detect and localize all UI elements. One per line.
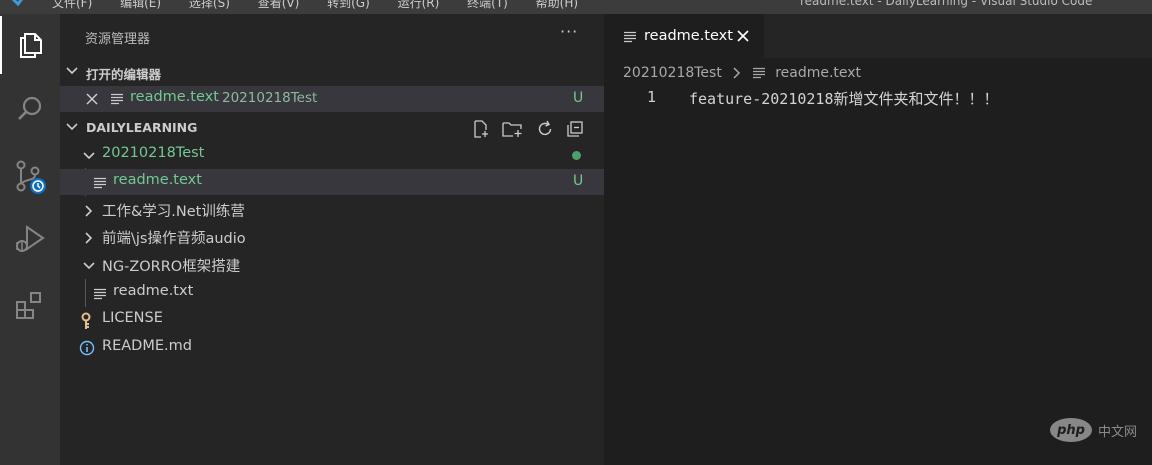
tree-label: README.md: [102, 338, 192, 354]
untracked-badge: U: [573, 90, 584, 106]
tab-label: readme.text: [644, 28, 733, 44]
tree-label: readme.text: [113, 172, 202, 188]
close-icon[interactable]: [86, 93, 98, 105]
open-editors-header[interactable]: 打开的编辑器: [60, 60, 604, 84]
menu-edit[interactable]: 编辑(E): [120, 0, 161, 10]
explorer-title: 资源管理器: [85, 32, 151, 47]
close-icon[interactable]: [737, 30, 749, 42]
tree-label: readme.txt: [113, 283, 194, 299]
search-icon: [18, 96, 42, 120]
license-key-icon: [81, 312, 91, 329]
tree-file-readme-md[interactable]: README.md: [60, 335, 604, 361]
code-line[interactable]: 1 feature-20210218新增文件夹和文件！！！: [604, 88, 1152, 112]
chevron-down-icon: [66, 67, 78, 75]
menu-help[interactable]: 帮助(H): [536, 0, 578, 10]
run-debug-icon: [16, 225, 45, 252]
tree-folder-net-training[interactable]: 工作&学习.Net训练营: [60, 197, 604, 223]
tree-label: LICENSE: [102, 310, 163, 326]
chevron-right-icon: [733, 67, 741, 79]
chevron-right-icon: [85, 232, 93, 244]
menu-bar: 文件(F) 编辑(E) 选择(S) 查看(V) 转到(G) 运行(R) 终端(T…: [0, 0, 1152, 14]
menu-view[interactable]: 查看(V): [258, 0, 300, 10]
workspace-label: DAILYLEARNING: [86, 120, 198, 135]
menu-selection[interactable]: 选择(S): [189, 0, 230, 10]
file-lines-icon: [111, 93, 123, 105]
source-control-icon: [16, 160, 46, 194]
collapse-all-icon[interactable]: [566, 120, 584, 138]
vscode-logo-icon: [11, 0, 23, 6]
menu-terminal[interactable]: 终端(T): [467, 0, 508, 10]
tree-label: 前端\js操作音频audio: [102, 231, 246, 247]
file-lines-icon: [94, 288, 106, 300]
menu-run[interactable]: 运行(R): [398, 0, 440, 10]
activity-extensions[interactable]: [0, 276, 60, 334]
vscode-window: 文件(F) 编辑(E) 选择(S) 查看(V) 转到(G) 运行(R) 终端(T…: [0, 0, 1152, 465]
tree-label: NG-ZORRO框架搭建: [102, 259, 241, 275]
watermark: php 中文网: [1050, 418, 1137, 442]
file-lines-icon: [752, 67, 765, 79]
file-lines-icon: [624, 31, 636, 43]
activity-run-debug[interactable]: [0, 210, 60, 268]
activity-bar: [0, 14, 60, 465]
window-title: readme.text - DailyLearning - Visual Stu…: [800, 0, 1093, 8]
editor-area: readme.text 20210218Test readme.text 1 f…: [604, 14, 1152, 465]
info-icon: [79, 340, 95, 356]
chevron-down-icon: [83, 152, 95, 160]
new-folder-icon[interactable]: [502, 120, 524, 138]
tree-folder-20210218test[interactable]: 20210218Test: [60, 142, 604, 168]
activity-search[interactable]: [0, 80, 60, 138]
more-actions-icon[interactable]: ···: [560, 22, 578, 41]
explorer-toolbar: [472, 116, 584, 142]
tree-folder-js-audio[interactable]: 前端\js操作音频audio: [60, 224, 604, 250]
watermark-text: 中文网: [1098, 424, 1138, 440]
tree-file-license[interactable]: LICENSE: [60, 307, 604, 333]
explorer-sidebar: 资源管理器 ··· 打开的编辑器 readme.text 20210218Tes…: [60, 14, 604, 465]
open-editor-folder: 20210218Test: [222, 90, 318, 106]
tab-readme-text[interactable]: readme.text: [604, 14, 764, 58]
tree-label: 20210218Test: [102, 145, 205, 161]
tree-folder-ng-zorro[interactable]: NG-ZORRO框架搭建: [60, 252, 604, 278]
menu-file[interactable]: 文件(F): [52, 0, 92, 10]
extensions-icon: [16, 292, 41, 319]
open-editor-item[interactable]: readme.text 20210218Test U: [60, 86, 604, 112]
new-file-icon[interactable]: [472, 120, 490, 138]
breadcrumb-folder[interactable]: 20210218Test: [623, 65, 722, 81]
file-lines-icon: [94, 177, 106, 189]
editor-tab-bar: readme.text: [604, 14, 1152, 58]
chevron-down-icon: [66, 123, 78, 131]
untracked-badge: U: [573, 173, 584, 189]
modified-dot-icon: [572, 151, 581, 160]
activity-explorer[interactable]: [0, 16, 60, 74]
breadcrumb-file[interactable]: readme.text: [775, 65, 861, 81]
menu-go[interactable]: 转到(G): [327, 0, 370, 10]
activity-source-control[interactable]: [0, 148, 60, 206]
open-editor-filename: readme.text: [130, 89, 219, 105]
tree-file-readme-txt[interactable]: readme.txt: [60, 280, 604, 306]
tree-file-readme-text[interactable]: readme.text U: [60, 169, 604, 195]
tree-label: 工作&学习.Net训练营: [102, 204, 245, 220]
php-logo: php: [1050, 418, 1092, 442]
chevron-down-icon: [83, 262, 95, 270]
line-number: 1: [647, 88, 657, 106]
line-text[interactable]: feature-20210218新增文件夹和文件！！！: [689, 88, 999, 109]
breadcrumb: 20210218Test readme.text: [623, 65, 861, 81]
open-editors-label: 打开的编辑器: [86, 67, 162, 82]
chevron-right-icon: [85, 205, 93, 217]
workspace-header[interactable]: DAILYLEARNING: [60, 116, 604, 140]
explorer-icon: [20, 33, 42, 58]
refresh-icon[interactable]: [536, 120, 554, 138]
